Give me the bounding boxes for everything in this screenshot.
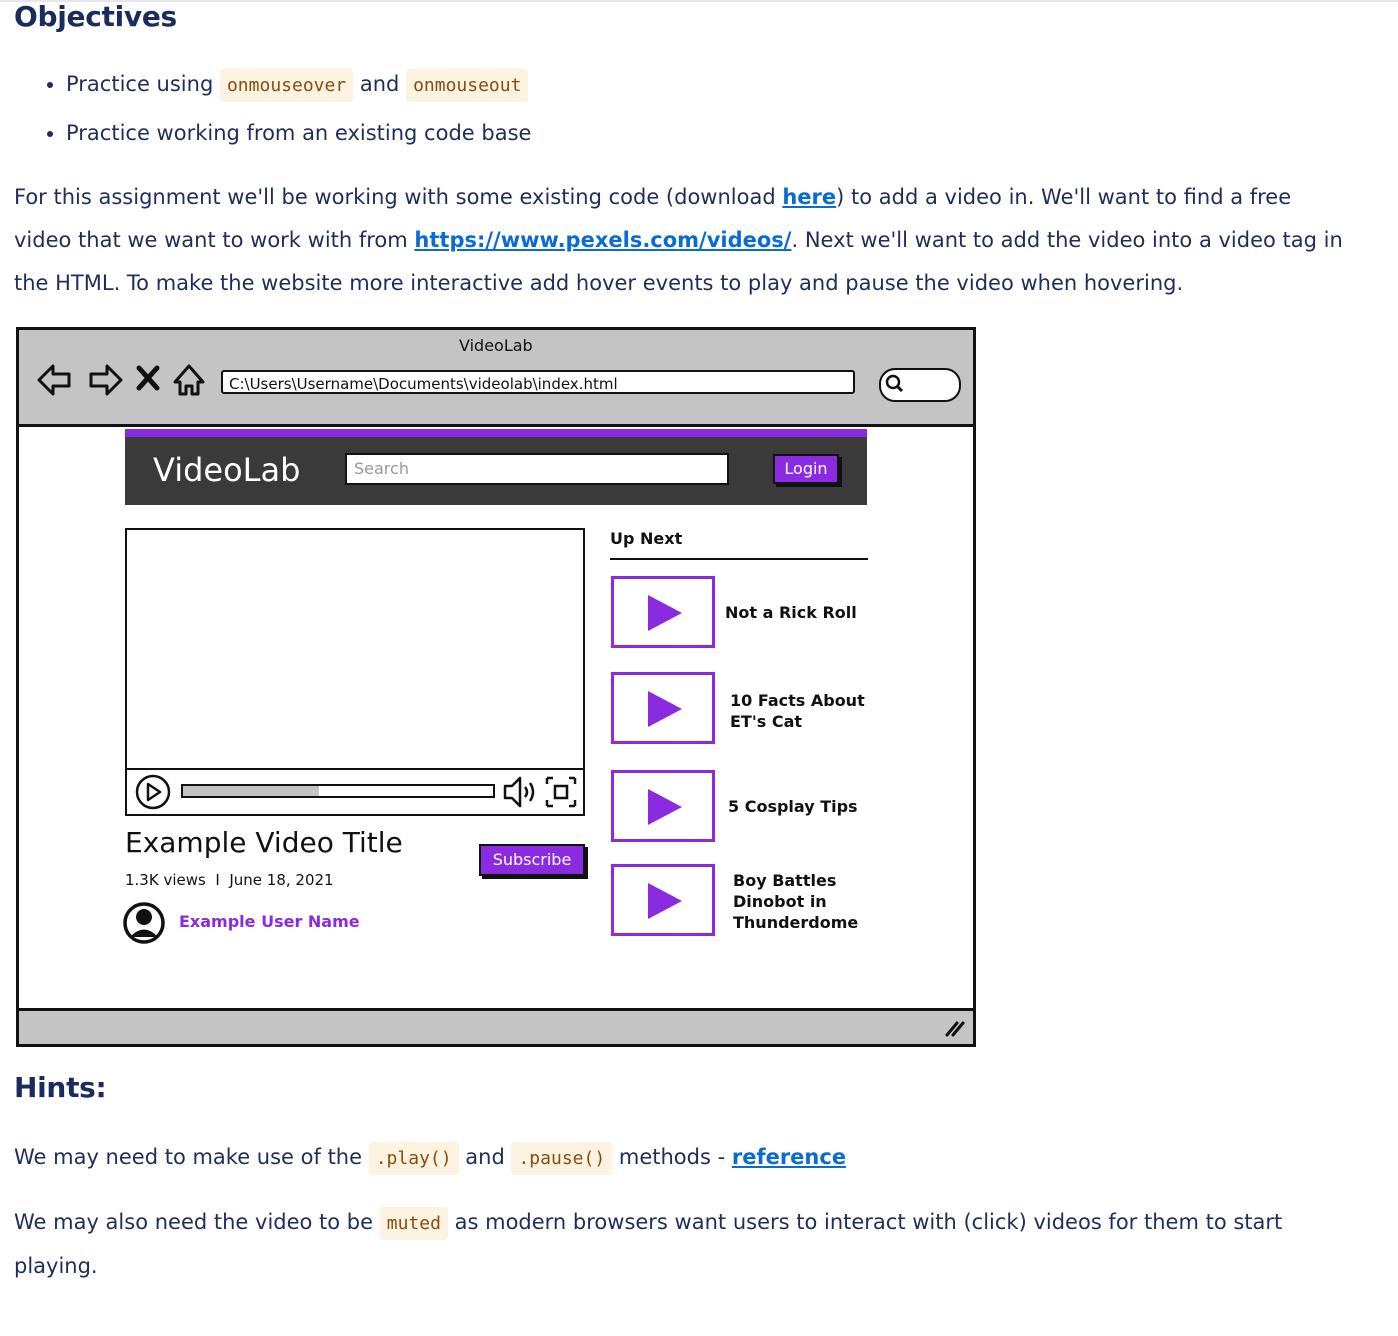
mock-video-label-line: ET's Cat [730, 712, 803, 731]
mock-video-meta: 1.3K views I June 18, 2021 [125, 871, 334, 889]
mock-date: June 18, 2021 [229, 871, 334, 889]
user-avatar-icon [123, 902, 165, 944]
intro-paragraph: For this assignment we'll be working wit… [14, 176, 1354, 305]
mock-user-name: Example User Name [179, 912, 360, 931]
mock-up-next-divider [610, 558, 868, 560]
download-here-link[interactable]: here [782, 185, 836, 209]
pexels-link[interactable]: https://www.pexels.com/videos/ [414, 228, 791, 252]
code-pause: .pause() [511, 1142, 613, 1175]
play-triangle-icon [648, 691, 682, 727]
resize-grip-icon [945, 1021, 965, 1037]
mock-video-label: Not a Rick Roll [725, 602, 857, 623]
mock-search-input: Search [345, 453, 729, 485]
mock-browser-search [879, 368, 961, 402]
hints-heading: Hints: [14, 1071, 107, 1104]
mock-video-thumbnail [611, 770, 715, 842]
code-onmouseout: onmouseout [406, 69, 529, 102]
mock-url-bar: C:\Users\Username\Documents\videolab\ind… [221, 370, 855, 394]
mock-window-title: VideoLab [459, 336, 533, 355]
mock-progress-fill [183, 786, 320, 796]
fullscreen-icon [545, 776, 577, 808]
mock-views: 1.3K views [125, 871, 206, 889]
mock-video-thumbnail [611, 576, 715, 648]
back-arrow-icon [37, 364, 71, 396]
mock-video-label-line: 10 Facts About [730, 691, 865, 710]
mock-browser-bar: VideoLab C:\Users\Username\Documents\vid… [19, 330, 973, 427]
top-divider [0, 0, 1398, 2]
mock-video-label-line: Not a Rick Roll [725, 603, 857, 622]
code-muted: muted [379, 1207, 448, 1240]
mock-video-title: Example Video Title [125, 826, 403, 859]
objectives-list: Practice using onmouseover and onmouseou… [36, 62, 531, 160]
hint-text: methods - [618, 1145, 726, 1169]
mock-video-label: Boy Battles Dinobot in Thunderdome [733, 870, 858, 933]
mock-video-label: 5 Cosplay Tips [728, 796, 858, 817]
code-play: .play() [368, 1142, 459, 1175]
objective-text: and [359, 72, 400, 96]
reference-link[interactable]: reference [732, 1145, 846, 1169]
mock-video-thumbnail [611, 864, 715, 936]
objective-text: Practice working from an existing code b… [66, 121, 532, 145]
mock-nav-icons [37, 364, 205, 396]
play-triangle-icon [648, 883, 682, 919]
mock-video-thumbnail [611, 672, 715, 744]
mock-site-header: VideoLab Search Login [125, 429, 867, 505]
code-onmouseover: onmouseover [219, 69, 354, 102]
mock-video-label-line: 5 Cosplay Tips [728, 797, 858, 816]
mock-video-label: 10 Facts About ET's Cat [730, 690, 865, 732]
mock-logo: VideoLab [153, 451, 301, 489]
mock-progress-track [181, 784, 495, 798]
hint-text: We may also need the video to be [14, 1210, 374, 1234]
hint-paragraph-2: We may also need the video to be muted a… [14, 1201, 1304, 1288]
mock-meta-separator: I [215, 871, 220, 889]
home-icon [173, 364, 205, 396]
objective-text: Practice using [66, 72, 214, 96]
mock-login-button: Login [773, 454, 839, 484]
mock-subscribe-button: Subscribe [479, 844, 585, 876]
play-circle-icon [135, 774, 171, 810]
mock-video-label-line: Thunderdome [733, 913, 859, 932]
mock-status-bar [19, 1008, 973, 1044]
hint-text: and [465, 1145, 505, 1169]
mock-player-controls [127, 768, 583, 814]
objectives-heading: Objectives [14, 0, 177, 33]
play-triangle-icon [648, 789, 682, 825]
mock-video-label-line: Boy Battles [733, 871, 837, 890]
close-x-icon [136, 365, 160, 391]
mock-video-player [125, 528, 585, 816]
hint-paragraph-1: We may need to make use of the .play() a… [14, 1136, 1354, 1180]
intro-text: For this assignment we'll be working wit… [14, 185, 783, 209]
volume-icon [503, 776, 535, 808]
objective-item: Practice using onmouseover and onmouseou… [66, 62, 531, 111]
forward-arrow-icon [89, 364, 123, 396]
wireframe-mockup: VideoLab C:\Users\Username\Documents\vid… [16, 327, 976, 1047]
mock-video-label-line: Dinobot in [733, 892, 827, 911]
mock-up-next-heading: Up Next [610, 529, 683, 548]
search-icon [885, 374, 904, 393]
hint-text: We may need to make use of the [14, 1145, 363, 1169]
play-triangle-icon [648, 595, 682, 631]
objective-item: Practice working from an existing code b… [66, 111, 531, 160]
